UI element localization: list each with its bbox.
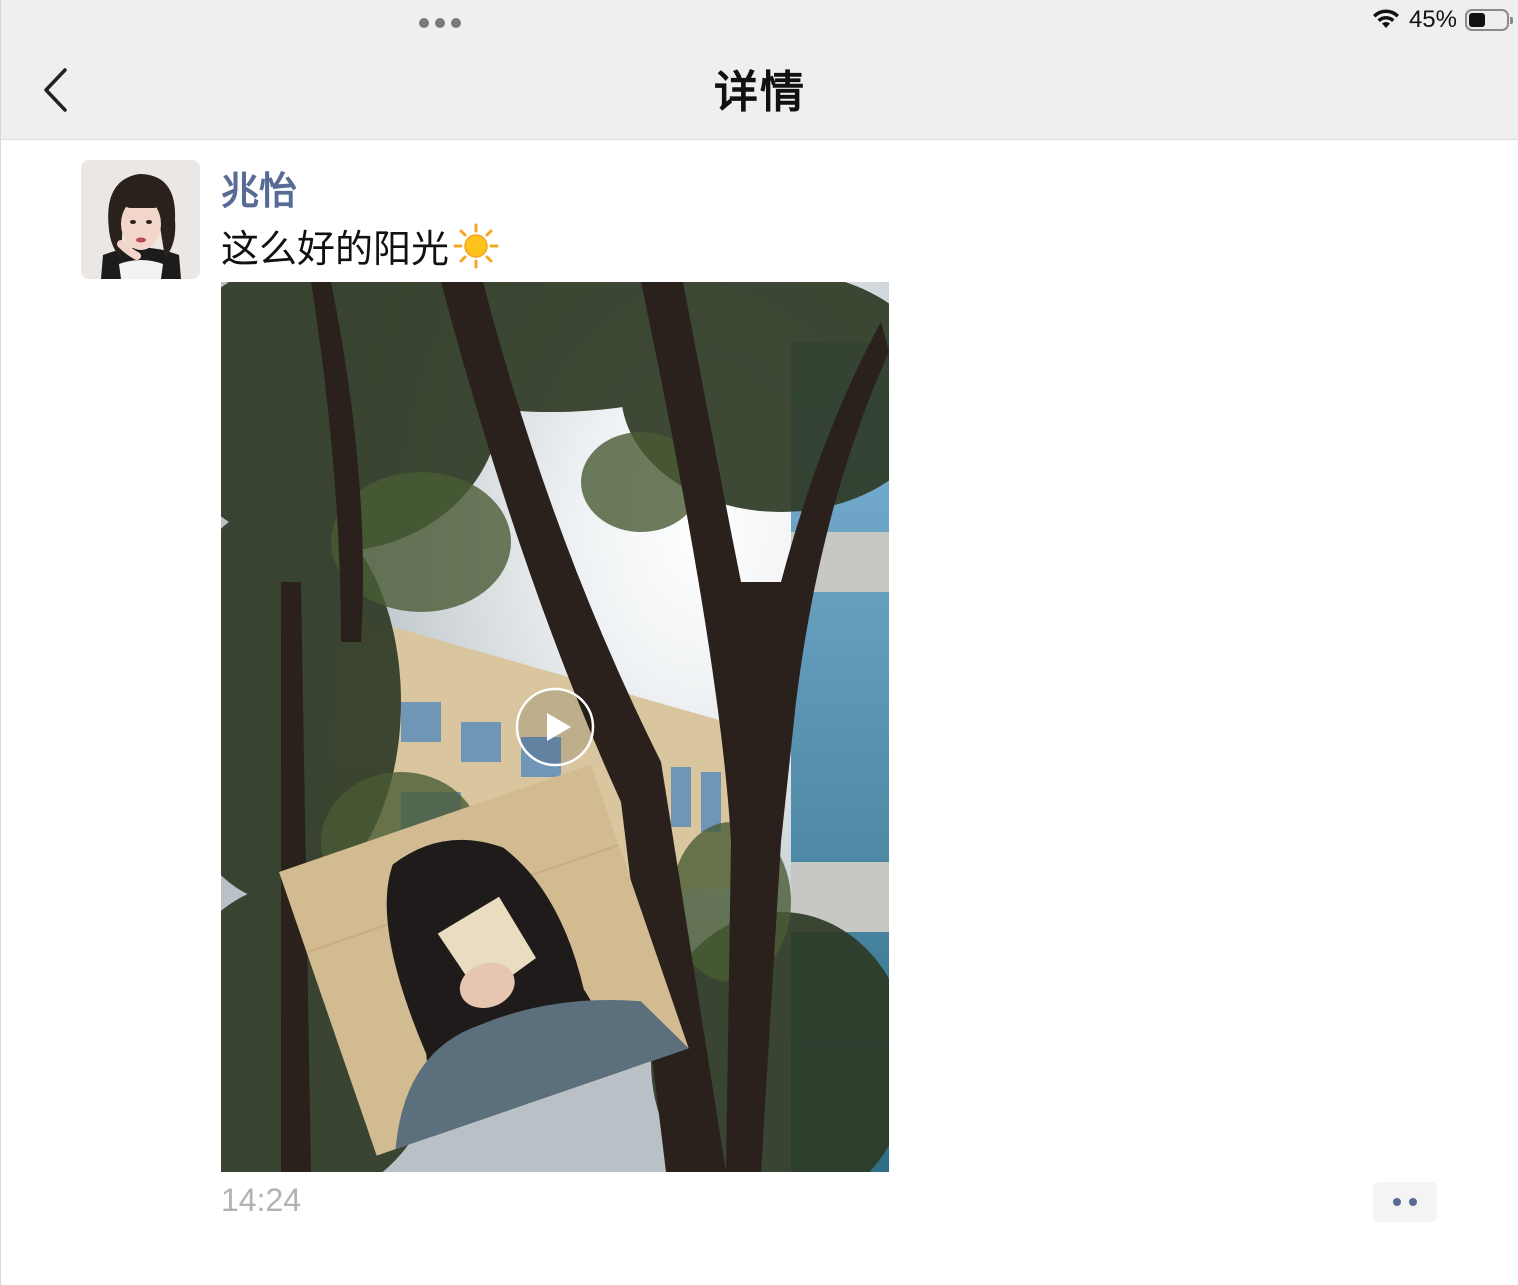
video-thumbnail[interactable] [221, 282, 889, 1172]
post-text-row: 这么好的阳光 [221, 218, 499, 273]
author-avatar[interactable] [81, 160, 200, 279]
battery-icon [1465, 9, 1513, 31]
two-dots-icon [1393, 1198, 1401, 1206]
post-timestamp: 14:24 [221, 1182, 302, 1218]
multitask-dots-icon[interactable] [419, 18, 461, 28]
status-bar-right: 45% [1371, 4, 1513, 36]
moments-detail-screen: 45% 详情 兆怡 这么好的阳光 14:24 [0, 0, 1518, 1285]
play-icon [515, 687, 595, 767]
battery-percent: 45% [1408, 6, 1457, 33]
battery-level-fill [1469, 13, 1485, 27]
sun-icon [453, 223, 499, 268]
post-text: 这么好的阳光 [221, 227, 450, 271]
play-button[interactable] [515, 687, 595, 767]
top-bar: 45% 详情 [1, 0, 1518, 140]
page-title: 详情 [714, 67, 806, 118]
more-actions-button[interactable] [1373, 1182, 1437, 1222]
author-name[interactable]: 兆怡 [221, 160, 297, 215]
wifi-icon [1372, 9, 1399, 28]
